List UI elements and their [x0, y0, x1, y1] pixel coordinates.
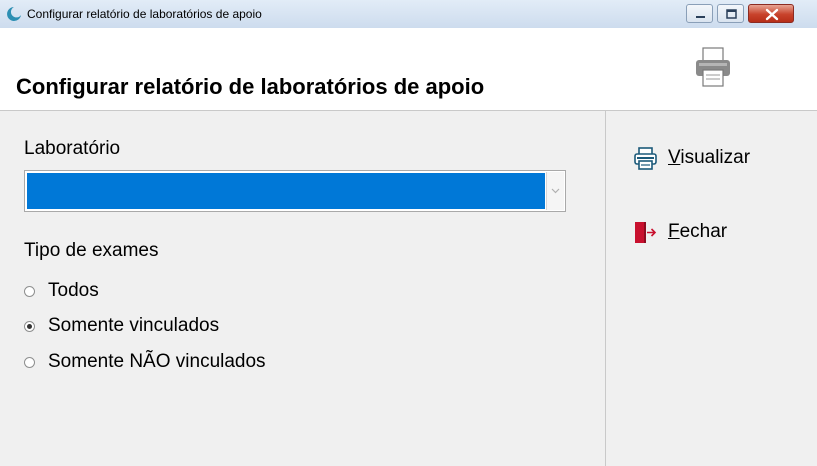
tipo-exames-label: Tipo de exames	[24, 240, 159, 261]
laboratorio-selected-value[interactable]	[27, 173, 545, 209]
fechar-label-rest: echar	[679, 221, 728, 242]
chevron-down-icon	[551, 188, 560, 194]
fechar-button[interactable]: Fechar	[633, 217, 727, 247]
window-title: Configurar relatório de laboratórios de …	[27, 7, 262, 21]
visualizar-label-rest: isualizar	[680, 147, 751, 168]
exit-door-icon	[635, 221, 657, 243]
visualizar-label: Visualizar	[668, 147, 750, 169]
dropdown-button[interactable]	[546, 172, 564, 210]
radio-button[interactable]	[24, 356, 35, 368]
minimize-button[interactable]	[686, 4, 713, 23]
laboratorio-combobox[interactable]	[24, 170, 566, 212]
visualizar-button[interactable]: Visualizar	[633, 143, 750, 173]
maximize-icon	[726, 9, 737, 19]
radio-somente-nao-vinculados[interactable]: Somente NÃO vinculados	[24, 350, 266, 374]
close-icon	[765, 8, 779, 21]
radio-todos[interactable]: Todos	[24, 279, 99, 303]
radio-somente-vinculados[interactable]: Somente vinculados	[24, 314, 219, 338]
mnemonic-v: V	[668, 147, 681, 168]
app-logo-icon	[7, 7, 22, 21]
laboratorio-label: Laboratório	[24, 138, 121, 159]
minimize-icon	[696, 16, 705, 18]
maximize-button[interactable]	[717, 4, 744, 23]
close-button[interactable]	[748, 4, 794, 23]
printer-icon	[634, 146, 657, 170]
panel-divider	[605, 111, 606, 466]
radio-label: Todos	[48, 280, 99, 301]
radio-label: Somente vinculados	[48, 315, 220, 336]
radio-button[interactable]	[24, 285, 35, 297]
fechar-label: Fechar	[668, 221, 727, 243]
header: Configurar relatório de laboratórios de …	[0, 28, 817, 110]
page-title: Configurar relatório de laboratórios de …	[16, 74, 485, 99]
mnemonic-f: F	[668, 221, 680, 242]
radio-label: Somente NÃO vinculados	[48, 351, 266, 372]
printer-icon	[696, 47, 730, 87]
window-titlebar: Configurar relatório de laboratórios de …	[0, 0, 817, 28]
radio-button-checked[interactable]	[24, 320, 35, 332]
header-divider	[0, 110, 817, 111]
